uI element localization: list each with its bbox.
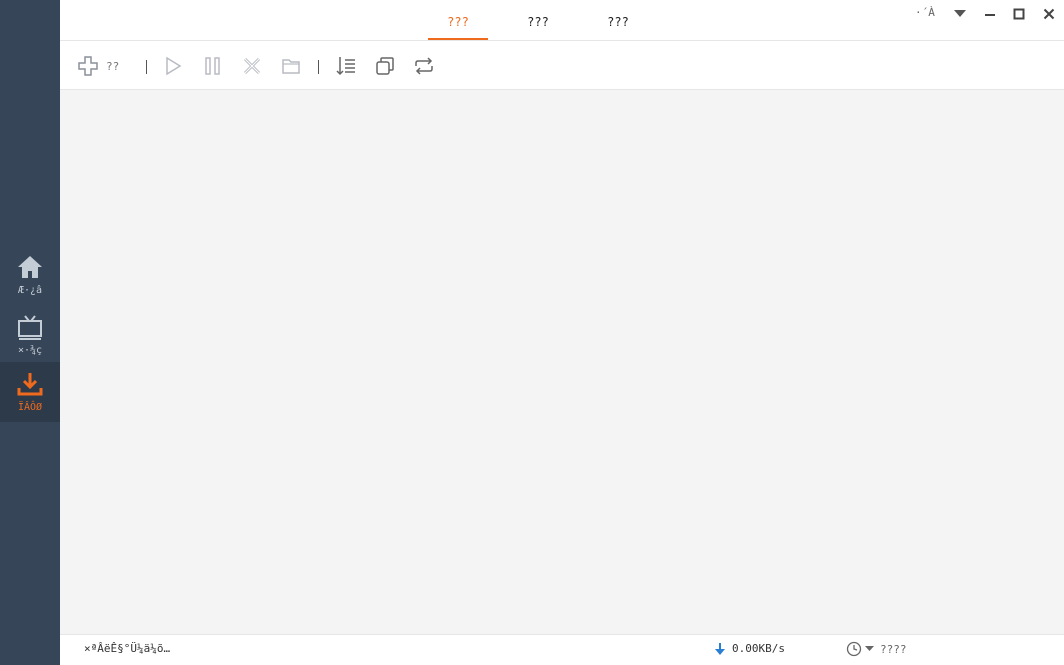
tv-icon bbox=[16, 313, 44, 341]
download-speed: 0.00KB/s bbox=[714, 642, 785, 655]
repeat-icon bbox=[415, 57, 433, 75]
status-message: ×ªÂëÊ§°Ü¼ä¼õ… bbox=[84, 642, 171, 655]
minimize-icon bbox=[985, 14, 995, 16]
toolbar-divider bbox=[146, 60, 147, 74]
status-bar: ×ªÂëÊ§°Ü¼ä¼õ… 0.00KB/s ???? bbox=[60, 634, 1064, 665]
clock-icon bbox=[846, 641, 862, 657]
download-speed-value: 0.00KB/s bbox=[732, 642, 785, 655]
tab-downloading[interactable]: ??? bbox=[428, 0, 488, 40]
toolbar: ?? bbox=[60, 41, 1064, 90]
chevron-down-icon bbox=[954, 10, 966, 17]
tab-completed[interactable]: ??? bbox=[508, 0, 568, 40]
top-bar: ??? ??? ??? ·´À bbox=[60, 0, 1064, 41]
sidebar-item-download[interactable]: ÏÂÔØ bbox=[0, 362, 60, 422]
pause-icon bbox=[205, 57, 220, 75]
close-icon bbox=[1043, 8, 1055, 20]
minimize-button[interactable] bbox=[980, 4, 1000, 24]
schedule-label: ???? bbox=[880, 642, 907, 656]
toolbar-divider bbox=[318, 60, 319, 74]
folder-icon bbox=[282, 59, 300, 74]
copy-button[interactable] bbox=[375, 55, 395, 77]
delete-button[interactable] bbox=[243, 55, 261, 77]
new-task-button[interactable]: ?? bbox=[78, 55, 119, 77]
sidebar-item-label: ÏÂÔØ bbox=[17, 402, 43, 413]
download-arrow-icon bbox=[715, 642, 725, 655]
sidebar-item-library[interactable]: Æ·¿â bbox=[0, 245, 60, 305]
maximize-icon bbox=[1013, 8, 1025, 20]
download-list[interactable] bbox=[60, 90, 1064, 634]
chevron-down-icon bbox=[865, 646, 874, 651]
user-label[interactable]: ·´À bbox=[915, 6, 935, 19]
copy-icon bbox=[376, 57, 394, 75]
maximize-button[interactable] bbox=[1009, 4, 1029, 24]
download-icon bbox=[16, 370, 44, 398]
sidebar-item-series[interactable]: ×·¾ç bbox=[0, 305, 60, 365]
play-icon bbox=[166, 57, 182, 75]
menu-dropdown-button[interactable] bbox=[950, 4, 970, 24]
home-icon bbox=[16, 253, 44, 281]
schedule-button[interactable]: ???? bbox=[846, 641, 907, 657]
pause-button[interactable] bbox=[204, 55, 222, 77]
sidebar: Æ·¿â ×·¾ç ÏÂÔØ bbox=[0, 0, 60, 665]
sidebar-item-label: Æ·¿â bbox=[17, 285, 43, 296]
plus-icon bbox=[78, 56, 98, 76]
close-button[interactable] bbox=[1039, 4, 1059, 24]
sort-icon bbox=[336, 57, 355, 76]
app-window: Æ·¿â ×·¾ç ÏÂÔØ ??? ??? ??? ·´À ?? ×ªÂëÊ§… bbox=[0, 0, 1064, 665]
start-button[interactable] bbox=[164, 55, 182, 77]
tab-trash[interactable]: ??? bbox=[588, 0, 648, 40]
sort-button[interactable] bbox=[336, 55, 356, 77]
open-folder-button[interactable] bbox=[282, 55, 300, 77]
sidebar-item-label: ×·¾ç bbox=[17, 345, 43, 356]
refresh-button[interactable] bbox=[414, 55, 434, 77]
delete-icon bbox=[243, 57, 261, 75]
new-task-label: ?? bbox=[106, 59, 120, 73]
